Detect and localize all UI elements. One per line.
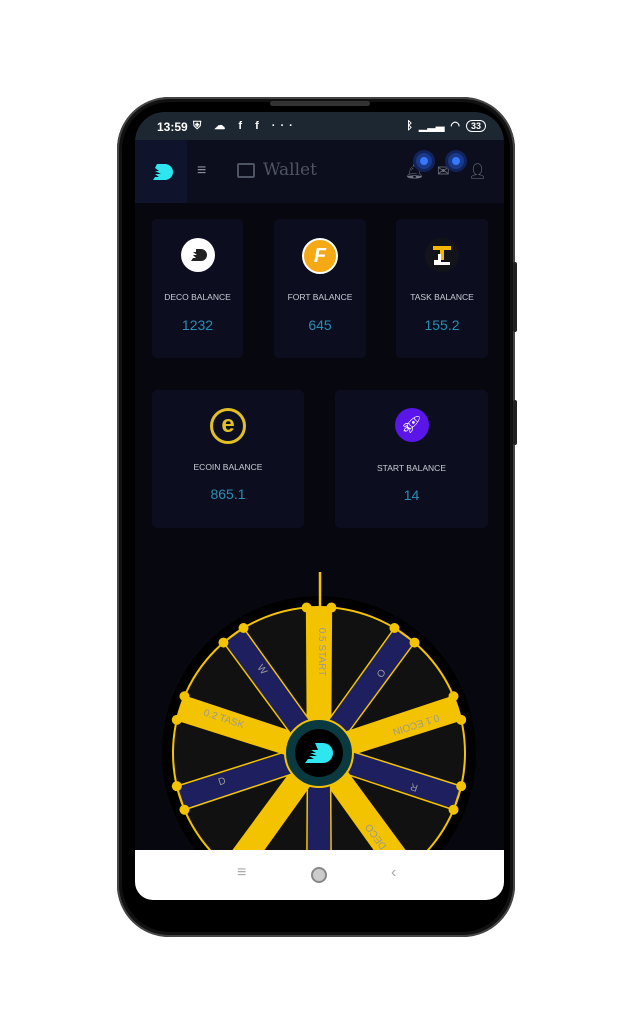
task-coin-icon — [425, 238, 459, 272]
wheel-peg — [301, 602, 312, 613]
wheel-peg — [409, 637, 420, 648]
task-balance-card[interactable]: TASK BALANCE 155.2 — [396, 219, 488, 358]
back-icon[interactable]: ‹ — [391, 864, 396, 882]
home-icon[interactable] — [311, 867, 327, 883]
balance-value: 645 — [308, 317, 332, 333]
notification-icons: ⛨ ☁ f f ··· — [193, 120, 298, 132]
wheel-peg — [171, 781, 182, 792]
wheel-segment — [306, 784, 332, 850]
wallet-icon — [237, 163, 255, 178]
power-button — [513, 400, 517, 445]
app-logo[interactable] — [135, 140, 187, 203]
speaker — [270, 101, 370, 106]
status-time: 13:59 — [157, 120, 188, 134]
mail-badge — [448, 153, 464, 169]
recents-icon[interactable]: ≡ — [237, 864, 246, 882]
menu-icon[interactable]: ≡ — [197, 162, 206, 180]
wheel-peg — [448, 804, 459, 815]
user-icon[interactable]: 👤︎ — [468, 162, 487, 180]
fort-coin-icon: F — [302, 238, 338, 274]
screen: 13:59 ⛨ ☁ f f ··· ᛒ ▁▂▃ ◠ 33 ≡ Wallet 🔔︎… — [135, 112, 504, 900]
notification-badge — [416, 153, 432, 169]
start-balance-card[interactable]: 🚀︎ START BALANCE 14 — [335, 390, 488, 528]
balance-label: DECO BALANCE — [164, 292, 231, 302]
balance-value: 155.2 — [424, 317, 460, 333]
signal-icon: ▁▂▃ — [418, 120, 445, 132]
system-nav-bar: ≡ ‹ — [135, 850, 504, 900]
status-bar: 13:59 ⛨ ☁ f f ··· ᛒ ▁▂▃ ◠ 33 — [135, 112, 504, 140]
balance-value: 865.1 — [210, 486, 246, 502]
deco-logo-icon — [153, 164, 173, 180]
wheel-peg — [238, 623, 249, 634]
app-header: ≡ Wallet 🔔︎ ✉ 👤︎ — [135, 140, 504, 203]
balance-label: TASK BALANCE — [410, 292, 474, 302]
volume-button — [513, 262, 517, 332]
spin-wheel[interactable]: 0.5 START O0.1 ECOINRDECOD0.2 TASKW — [135, 567, 504, 857]
deco-balance-card[interactable]: DECO BALANCE 1232 — [152, 219, 243, 358]
wheel-peg — [179, 804, 190, 815]
wheel-peg — [171, 714, 182, 725]
balance-label: ECOIN BALANCE — [193, 462, 263, 472]
system-icons: ᛒ ▁▂▃ ◠ 33 — [406, 119, 486, 132]
wheel-peg — [389, 623, 400, 634]
ecoin-balance-card[interactable]: e ECOIN BALANCE 865.1 — [152, 390, 304, 528]
bluetooth-icon: ᛒ — [406, 119, 413, 132]
ecoin-coin-icon: e — [210, 408, 246, 444]
wheel-peg — [456, 781, 467, 792]
deco-coin-icon — [180, 238, 215, 272]
battery-icon: 33 — [465, 119, 486, 132]
balance-value: 14 — [403, 487, 420, 503]
balance-value: 1232 — [181, 317, 214, 333]
wheel-peg — [326, 602, 337, 613]
wheel-peg — [218, 637, 229, 648]
fort-balance-card[interactable]: F FORT BALANCE 645 — [274, 219, 366, 358]
page-title: Wallet — [263, 160, 317, 180]
balance-label: FORT BALANCE — [287, 292, 353, 302]
start-rocket-icon: 🚀︎ — [394, 408, 429, 442]
wheel-peg — [448, 691, 459, 702]
wifi-icon: ◠ — [450, 120, 460, 132]
wheel-hub-logo-icon[interactable] — [284, 718, 354, 788]
mail-icon[interactable]: ✉ — [437, 162, 450, 180]
wheel-peg — [456, 714, 467, 725]
wheel-segment-label: 0.5 START — [316, 628, 327, 677]
balance-label: START BALANCE — [377, 463, 446, 473]
wheel-peg — [179, 691, 190, 702]
